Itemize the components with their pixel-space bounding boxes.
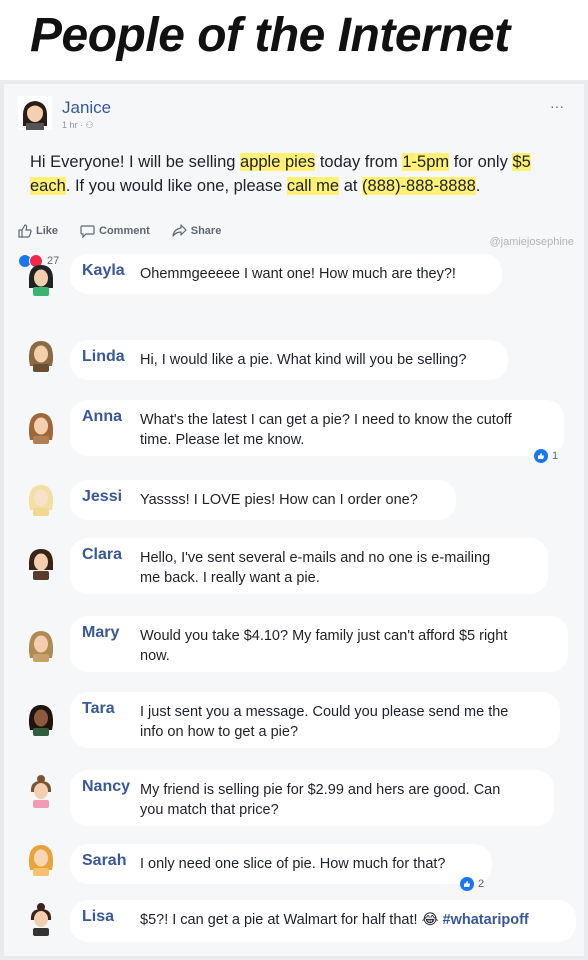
comment-text: I only need one slice of pie. How much f… <box>140 856 446 872</box>
post-text-segment: today from <box>315 153 403 171</box>
comment-text-line: you match that price? <box>140 802 279 818</box>
comment-text-line: me back. I really want a pie. <box>140 570 320 586</box>
like-label: Like <box>36 225 59 237</box>
comment-button[interactable]: Comment <box>80 224 150 238</box>
post-timestamp[interactable]: 1 hr · ⚇ <box>62 120 94 131</box>
share-label: Share <box>190 225 222 237</box>
author-avatar[interactable] <box>18 96 52 130</box>
commenter-avatar[interactable] <box>26 410 56 444</box>
more-options-icon[interactable]: ··· <box>550 98 564 114</box>
comment-bubble: Kayla Ohemmgeeeee I want one! How much a… <box>70 254 502 294</box>
comment-text: $5?! I can get a pie at Walmart for half… <box>140 910 529 930</box>
comment-bubble: Clara Hello, I've sent several e-mails a… <box>70 538 548 594</box>
comment-text-line: time. Please let me know. <box>140 432 305 448</box>
commenter-name[interactable]: Lisa <box>82 908 114 926</box>
comment-bubble: Sarah I only need one slice of pie. How … <box>70 844 492 884</box>
post-text-segment: at <box>339 177 363 195</box>
commenter-name[interactable]: Tara <box>82 700 115 718</box>
commenter-name[interactable]: Nancy <box>82 778 130 796</box>
commenter-name[interactable]: Kayla <box>82 262 125 280</box>
comment-bubble: Jessi Yassss! I LOVE pies! How can I ord… <box>70 480 456 520</box>
comment-text: Yassss! I LOVE pies! How can I order one… <box>140 492 418 508</box>
post-container: Janice 1 hr · ⚇ ··· Hi Everyone! I will … <box>0 80 588 960</box>
reaction-count: 1 <box>552 450 559 462</box>
laughing-emoji-icon: 😂 <box>421 912 439 928</box>
comment-text-line: info on how to get a pie? <box>140 724 299 740</box>
commenter-name[interactable]: Clara <box>82 546 122 564</box>
like-button[interactable]: Like <box>18 224 58 238</box>
comment-reaction-count[interactable]: 2 <box>460 877 484 891</box>
comment-bubble: Tara I just sent you a message. Could yo… <box>70 692 560 748</box>
commenter-avatar[interactable] <box>26 546 56 580</box>
commenter-name[interactable]: Linda <box>82 348 125 366</box>
commenter-avatar[interactable] <box>26 482 56 516</box>
post-text-segment: . If you would like one, please <box>65 177 287 195</box>
comment-label: Comment <box>99 225 150 237</box>
comment-text-line: What's the latest I can get a pie? I nee… <box>140 412 512 428</box>
comment-bubble: Linda Hi, I would like a pie. What kind … <box>70 340 508 380</box>
share-button[interactable]: Share <box>172 224 222 238</box>
commenter-avatar[interactable] <box>26 702 56 736</box>
like-reaction-icon <box>460 877 474 891</box>
comment-bubble: Lisa $5?! I can get a pie at Walmart for… <box>70 900 576 942</box>
comment-text: Hi, I would like a pie. What kind will y… <box>140 352 467 368</box>
highlight-call-me: call me <box>286 177 340 195</box>
commenter-avatar[interactable] <box>26 338 56 372</box>
comment-text-line: I just sent you a message. Could you ple… <box>140 704 509 720</box>
comment-text-line: My friend is selling pie for $2.99 and h… <box>140 782 501 798</box>
comment-text-line: now. <box>140 648 170 664</box>
commenter-avatar[interactable] <box>26 842 56 876</box>
post-text-segment: for only <box>449 153 513 171</box>
post-text-segment: . <box>475 177 481 195</box>
comment-reaction-count[interactable]: 1 <box>534 449 558 463</box>
commenter-name[interactable]: Mary <box>82 624 119 642</box>
highlight-apple-pies: apple pies <box>240 153 316 171</box>
post-text-segment: Hi Everyone! I will be selling <box>30 153 241 171</box>
watermark: @jamiejosephine <box>489 236 574 248</box>
banner-title: People of the Internet <box>30 9 510 62</box>
commenter-avatar[interactable] <box>26 628 56 662</box>
commenter-name[interactable]: Anna <box>82 408 122 426</box>
highlight-phone: (888)-888-8888 <box>362 177 476 195</box>
like-reaction-icon <box>534 449 548 463</box>
comment-text: Ohemmgeeeee I want one! How much are the… <box>140 266 456 282</box>
comment-bubble: Mary Would you take $4.10? My family jus… <box>70 616 568 672</box>
comment-text-line: Would you take $4.10? My family just can… <box>140 628 508 644</box>
thumbs-up-icon <box>18 224 32 238</box>
comment-text-segment: $5?! I can get a pie at Walmart for half… <box>140 912 422 928</box>
reaction-count: 2 <box>478 878 485 890</box>
commenter-avatar[interactable] <box>26 262 56 296</box>
comment-bubble: Nancy My friend is selling pie for $2.99… <box>70 770 554 826</box>
post-card: Janice 1 hr · ⚇ ··· Hi Everyone! I will … <box>4 84 584 956</box>
author-name[interactable]: Janice <box>62 98 111 118</box>
commenter-avatar[interactable] <box>26 774 56 808</box>
highlight-time: 1-5pm <box>402 153 450 171</box>
comment-bubble: Anna What's the latest I can get a pie? … <box>70 400 564 456</box>
hashtag-link[interactable]: #whataripoff <box>443 912 529 928</box>
commenter-name[interactable]: Sarah <box>82 852 126 870</box>
commenter-name[interactable]: Jessi <box>82 488 122 506</box>
post-actions: Like Comment Share <box>18 220 221 242</box>
post-text: Hi Everyone! I will be selling apple pie… <box>30 150 562 198</box>
share-icon <box>172 224 187 237</box>
comment-icon <box>80 225 95 238</box>
banner: People of the Internet <box>0 0 588 80</box>
commenter-avatar[interactable] <box>26 902 56 936</box>
comment-text-line: Hello, I've sent several e-mails and no … <box>140 550 491 566</box>
